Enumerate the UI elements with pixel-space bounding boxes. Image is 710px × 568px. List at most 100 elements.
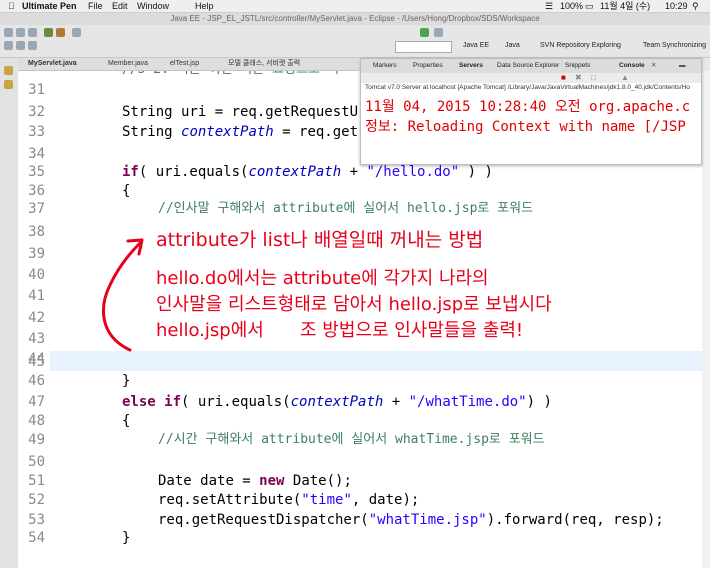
code-token: contextPath <box>290 394 384 410</box>
code-token: ( uri.equals( <box>181 394 291 410</box>
battery-icon[interactable]: ▭ <box>585 0 594 12</box>
code-token: = <box>233 473 260 489</box>
forward-icon[interactable] <box>16 41 25 50</box>
package-explorer-icon[interactable] <box>4 66 13 75</box>
menubar-time: 10:29 <box>665 1 688 11</box>
quick-access-input[interactable] <box>395 41 452 53</box>
wifi-icon[interactable]: ☰ <box>545 0 553 12</box>
code-token: = req.get <box>273 124 359 140</box>
annotation-line-3: 인사말을 리스트형태로 담아서 hello.jsp로 보냅시다 <box>156 294 552 315</box>
annotation-line-2: hello.do에서는 attribute에 각가지 나라의 <box>156 268 489 289</box>
annotation-line-1: attribute가 list나 배열일때 꺼내는 방법 <box>156 229 484 251</box>
back-icon[interactable] <box>4 41 13 50</box>
annotation-arrow <box>102 238 144 352</box>
console-toolbar: ■ ✖ □ ▲ <box>361 73 701 83</box>
code-token: ) ) <box>459 164 493 180</box>
code-comment: //시간 구해와서 attribute에 실어서 whatTime.jsp로 포… <box>158 432 545 447</box>
menu-edit[interactable]: Edit <box>112 0 128 12</box>
tab-properties[interactable]: Properties <box>413 59 443 73</box>
code-token: contextPath <box>181 124 274 140</box>
tab-eltest[interactable]: elTest.jsp <box>170 58 199 70</box>
editor-scrollbar[interactable] <box>702 71 710 568</box>
new-icon[interactable] <box>4 28 13 37</box>
server-info: Tomcat v7.0 Server at localhost [Apache … <box>365 84 690 91</box>
annotation-line-5: 조 방법으로 인사말들을 출력! <box>300 320 524 341</box>
tab-console[interactable]: Console <box>619 59 645 73</box>
menu-file[interactable]: File <box>88 0 103 12</box>
print-icon[interactable] <box>28 28 37 37</box>
line-number: 38 <box>28 224 45 240</box>
apple-icon[interactable]:  <box>8 0 15 12</box>
line-number: 52 <box>28 492 45 508</box>
console-panel: Markers Properties Servers Data Source E… <box>360 58 702 165</box>
perspective-team[interactable]: Team Synchronizing <box>643 40 706 52</box>
code-token: ( uri.equals( <box>138 164 249 180</box>
terminate-icon[interactable]: ■ <box>561 73 566 82</box>
save-icon[interactable] <box>16 28 25 37</box>
remove-launch-icon[interactable]: ✖ <box>575 73 582 82</box>
tab-servers[interactable]: Servers <box>459 59 483 73</box>
outline-icon[interactable] <box>28 41 37 50</box>
left-trim <box>0 58 19 568</box>
spotlight-icon[interactable]: ⚲ <box>692 0 699 12</box>
code-token: "/whatTime.do" <box>408 394 527 410</box>
code-token: , date); <box>351 492 420 508</box>
tab-model[interactable]: 모델 클래스, 서비렛 출력 <box>228 58 300 70</box>
code-token: ).forward(req, resp); <box>486 512 664 528</box>
external-tools-icon[interactable] <box>434 28 443 37</box>
code-token: "/hello.do" <box>366 164 460 180</box>
code-token: ) ) <box>526 394 552 410</box>
code-token: String <box>122 124 182 140</box>
line-number: 37 <box>28 201 45 217</box>
menu-help[interactable]: Help <box>195 0 214 12</box>
tab-member[interactable]: Member.java <box>108 58 148 70</box>
code-token: contextPath <box>248 164 342 180</box>
tab-data-source-explorer[interactable]: Data Source Explorer <box>497 59 559 73</box>
window-title: Java EE - JSP_EL_JSTL/src/controller/MyS… <box>0 13 710 25</box>
line-number: 42 <box>28 310 45 326</box>
code-token: "whatTime.jsp" <box>368 512 487 528</box>
code-token: new <box>259 473 285 489</box>
tab-markers[interactable]: Markers <box>373 59 396 73</box>
run-server-icon[interactable] <box>420 28 429 37</box>
perspective-java[interactable]: Java <box>505 40 520 52</box>
editor-tabs: MyServlet.java Member.java elTest.jsp 모델… <box>18 58 358 71</box>
console-line-2: 정보: Reloading Context with name [/JSP <box>365 119 686 135</box>
perspective-javaee[interactable]: Java EE <box>463 40 489 52</box>
menu-window[interactable]: Window <box>137 0 169 12</box>
tab-snippets[interactable]: Snippets <box>565 59 590 73</box>
tab-myservlet[interactable]: MyServlet.java <box>28 58 77 70</box>
search-icon[interactable] <box>72 28 81 37</box>
code-token: req.setAttribute( <box>158 492 302 508</box>
code-token: Date <box>158 473 201 489</box>
debug-icon[interactable] <box>56 28 65 37</box>
perspective-svn[interactable]: SVN Repository Exploring <box>540 40 621 52</box>
code-line: req.setAttribute("time", date); <box>158 489 419 511</box>
annotation-line-4: hello.jsp에서 <box>156 320 264 341</box>
close-icon[interactable]: ✕ <box>651 59 656 73</box>
code-token: req.getRequestDispatcher( <box>158 512 369 528</box>
code-line: String contextPath = req.get <box>122 121 358 143</box>
battery-status: 100% <box>560 1 584 11</box>
line-number: 40 <box>28 267 45 283</box>
pin-console-icon[interactable]: ▲ <box>621 73 629 82</box>
line-number: 54 <box>28 530 45 546</box>
line-number: 41 <box>28 288 45 304</box>
clear-console-icon[interactable]: □ <box>591 73 596 82</box>
line-number: 31 <box>28 82 45 98</box>
console-tabs: Markers Properties Servers Data Source E… <box>361 59 701 74</box>
code-token: if <box>122 164 139 180</box>
console-line-1: 11월 04, 2015 10:28:40 오전 org.apache.c <box>365 99 691 115</box>
run-icon[interactable] <box>44 28 53 37</box>
line-number: 43 <box>28 331 45 347</box>
minimize-icon[interactable]: ▬ <box>679 59 686 73</box>
navigator-icon[interactable] <box>4 80 13 89</box>
line-number: 39 <box>28 246 45 262</box>
app-name[interactable]: Ultimate Pen <box>22 0 77 12</box>
line-number: 32 <box>28 104 45 120</box>
line-number: 46 <box>28 373 45 389</box>
menubar-date: 11월 4일 (수) <box>600 1 651 11</box>
code-token: date <box>200 473 234 489</box>
code-line: String uri = req.getRequestU <box>122 104 359 120</box>
code-line: } <box>122 530 131 546</box>
